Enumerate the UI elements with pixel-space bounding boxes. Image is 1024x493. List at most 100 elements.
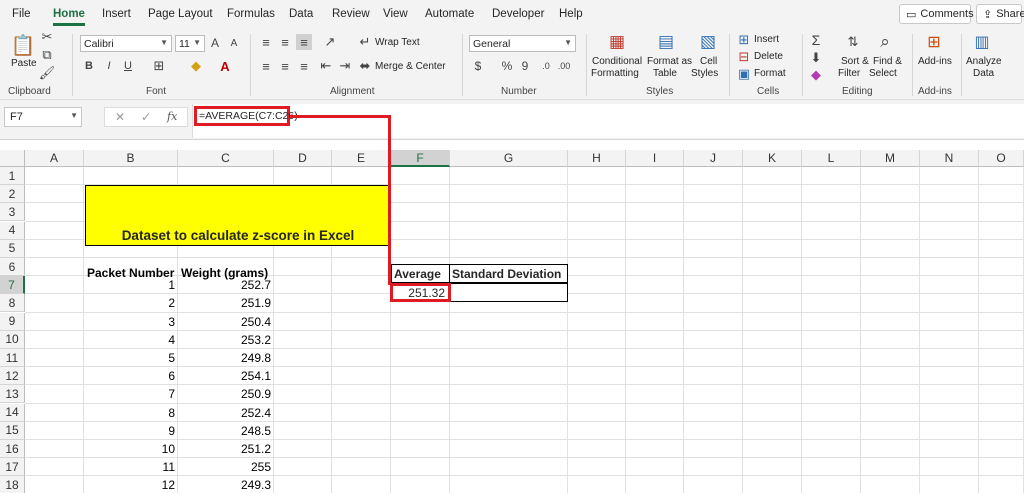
cancel-icon[interactable]: ✕ xyxy=(115,110,125,124)
row-header-12[interactable]: 12 xyxy=(0,367,25,386)
cut-icon[interactable]: ✂ xyxy=(40,29,54,44)
row-header-11[interactable]: 11 xyxy=(0,349,25,367)
dataset-title-cell[interactable]: Dataset to calculate z-score in Excel xyxy=(85,185,391,246)
packet-number-cell[interactable]: 1 xyxy=(84,276,178,294)
column-header-g[interactable]: G xyxy=(450,150,568,167)
column-header-m[interactable]: M xyxy=(861,150,920,167)
column-header-f[interactable]: F xyxy=(391,150,450,167)
column-header-j[interactable]: J xyxy=(684,150,743,167)
decrease-indent-icon[interactable]: ⇤ xyxy=(318,58,334,74)
row-header-3[interactable]: 3 xyxy=(0,203,25,222)
row-header-1[interactable]: 1 xyxy=(0,167,25,185)
packet-number-cell[interactable]: 2 xyxy=(84,294,178,312)
format-as-table-button[interactable]: Format as xyxy=(647,56,692,67)
row-header-16[interactable]: 16 xyxy=(0,440,25,458)
weight-cell[interactable]: 249.8 xyxy=(178,349,274,367)
packet-number-cell[interactable]: 6 xyxy=(84,367,178,385)
column-header-n[interactable]: N xyxy=(920,150,979,167)
column-header-o[interactable]: O xyxy=(979,150,1024,167)
format-painter-icon[interactable]: 🖌 xyxy=(39,65,56,80)
number-format-select[interactable]: General ▼ xyxy=(469,35,576,52)
row-header-18[interactable]: 18 xyxy=(0,476,25,493)
insert-cells-icon[interactable]: ⊞ xyxy=(737,32,751,47)
fill-icon[interactable]: ⬇ xyxy=(809,50,823,66)
formula-input-area[interactable] xyxy=(192,104,1024,138)
column-header-l[interactable]: L xyxy=(802,150,861,167)
tab-help[interactable]: Help xyxy=(559,8,583,20)
weight-cell[interactable]: 251.9 xyxy=(178,294,274,312)
weight-cell[interactable]: 255 xyxy=(178,458,274,476)
row-header-10[interactable]: 10 xyxy=(0,330,25,349)
clear-icon[interactable]: ◆ xyxy=(809,67,823,82)
align-bottom-icon[interactable]: ≡ xyxy=(296,34,312,50)
analyze-data-button[interactable]: Analyze xyxy=(966,56,1002,67)
sort-filter-icon[interactable]: ⇅ xyxy=(843,31,863,53)
average-header[interactable]: Average xyxy=(391,264,450,283)
column-header-i[interactable]: I xyxy=(626,150,684,167)
row-header-2[interactable]: 2 xyxy=(0,185,25,204)
wrap-text-button[interactable]: Wrap Text xyxy=(375,37,420,48)
copy-icon[interactable]: ⧉ xyxy=(40,47,54,62)
conditional-formatting-icon[interactable]: ▦ xyxy=(606,31,628,53)
align-middle-icon[interactable]: ≡ xyxy=(277,34,293,50)
tab-view[interactable]: View xyxy=(383,8,408,20)
column-header-c[interactable]: C xyxy=(178,150,274,167)
add-ins-icon[interactable]: ⊞ xyxy=(923,31,945,53)
weight-cell[interactable]: 252.4 xyxy=(178,404,274,422)
select-all-corner[interactable] xyxy=(0,150,25,167)
row-header-4[interactable]: 4 xyxy=(0,221,25,240)
row-header-7[interactable]: 7 xyxy=(0,276,25,295)
format-cells-button[interactable]: Format xyxy=(754,68,786,79)
sort-filter-button[interactable]: Sort & xyxy=(841,56,869,67)
italic-button[interactable]: I xyxy=(102,58,116,74)
bold-button[interactable]: B xyxy=(82,58,96,74)
borders-icon[interactable]: ⊞ xyxy=(150,58,168,74)
tab-home[interactable]: Home xyxy=(53,8,85,26)
currency-button[interactable]: $ xyxy=(471,58,485,74)
tab-data[interactable]: Data xyxy=(289,8,313,20)
column-header-h[interactable]: H xyxy=(568,150,626,167)
font-color-icon[interactable]: A xyxy=(216,58,234,74)
column-header-e[interactable]: E xyxy=(332,150,391,167)
increase-indent-icon[interactable]: ⇥ xyxy=(337,58,353,74)
weight-cell[interactable]: 254.1 xyxy=(178,367,274,385)
align-right-icon[interactable]: ≡ xyxy=(296,58,312,74)
format-cells-icon[interactable]: ▣ xyxy=(737,66,751,81)
tab-developer[interactable]: Developer xyxy=(492,8,544,20)
paste-label[interactable]: Paste xyxy=(11,58,37,69)
font-name-select[interactable]: Calibri ▼ xyxy=(80,35,172,52)
autosum-icon[interactable]: Σ xyxy=(809,32,823,48)
paste-icon[interactable]: 📋 xyxy=(10,32,36,58)
average-value-cell[interactable]: 251.32 xyxy=(390,283,451,302)
tab-formulas[interactable]: Formulas xyxy=(227,8,275,20)
packet-number-cell[interactable]: 8 xyxy=(84,404,178,422)
comments-button[interactable]: ▭ Comments xyxy=(899,4,974,24)
packet-number-cell[interactable]: 12 xyxy=(84,476,178,493)
row-header-6[interactable]: 6 xyxy=(0,258,25,276)
percent-button[interactable]: % xyxy=(500,58,514,74)
tab-automate[interactable]: Automate xyxy=(425,8,474,20)
delete-cells-icon[interactable]: ⊟ xyxy=(737,49,751,64)
weight-cell[interactable]: 249.3 xyxy=(178,476,274,493)
row-header-8[interactable]: 8 xyxy=(0,294,25,313)
row-header-15[interactable]: 15 xyxy=(0,421,25,440)
name-box[interactable]: F7 ▼ xyxy=(4,107,82,127)
column-header-k[interactable]: K xyxy=(743,150,802,167)
merge-center-icon[interactable]: ⬌ xyxy=(358,58,372,74)
packet-number-cell[interactable]: 11 xyxy=(84,458,178,476)
packet-number-cell[interactable]: 4 xyxy=(84,331,178,349)
packet-number-cell[interactable]: 10 xyxy=(84,440,178,458)
enter-icon[interactable]: ✓ xyxy=(141,110,151,124)
align-left-icon[interactable]: ≡ xyxy=(258,58,274,74)
packet-number-cell[interactable]: 9 xyxy=(84,422,178,440)
conditional-formatting-button[interactable]: Conditional xyxy=(592,56,642,67)
weight-cell[interactable]: 250.9 xyxy=(178,385,274,403)
share-button[interactable]: ⇪ Share xyxy=(976,4,1024,24)
packet-number-cell[interactable]: 3 xyxy=(84,313,178,331)
decrease-font-icon[interactable]: A xyxy=(227,35,241,51)
align-center-icon[interactable]: ≡ xyxy=(277,58,293,74)
format-as-table-icon[interactable]: ▤ xyxy=(655,31,677,53)
row-header-17[interactable]: 17 xyxy=(0,458,25,477)
delete-cells-button[interactable]: Delete xyxy=(754,51,783,62)
align-top-icon[interactable]: ≡ xyxy=(258,34,274,50)
